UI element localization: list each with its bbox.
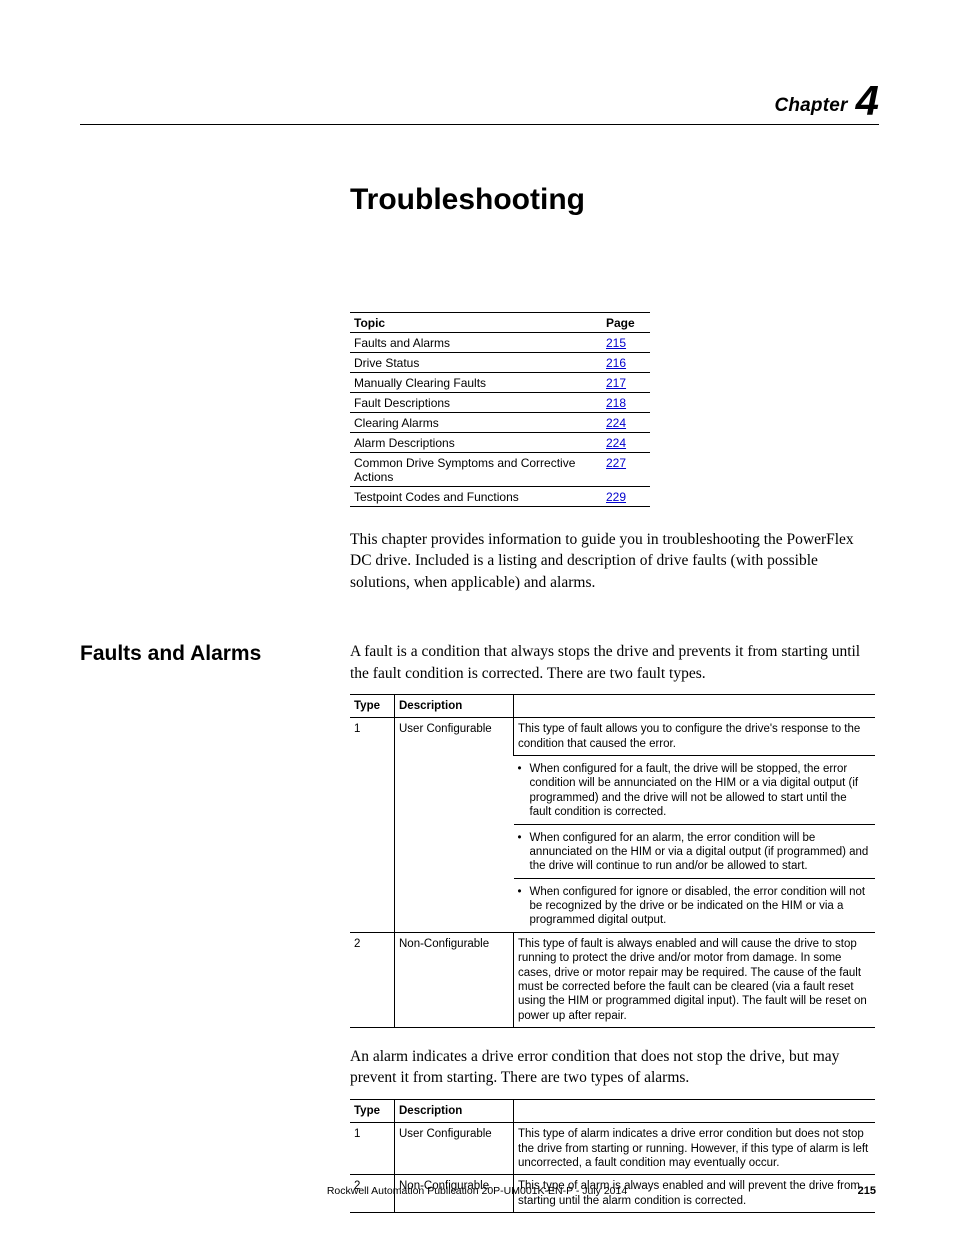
fault-types-table: Type Description 1 User Configurable Thi… xyxy=(350,694,875,1028)
alarm-name-cell: User Configurable xyxy=(395,1123,514,1175)
fault-desc-cell: This type of fault is always enabled and… xyxy=(514,932,876,1027)
topic-cell: Common Drive Symptoms and Corrective Act… xyxy=(350,453,602,487)
topic-cell: Faults and Alarms xyxy=(350,333,602,353)
fault-header-type: Type xyxy=(350,694,395,717)
fault-row: 1 User Configurable This type of fault a… xyxy=(350,718,875,756)
topic-page-link[interactable]: 216 xyxy=(606,356,626,370)
bullet-icon: • xyxy=(518,762,522,820)
fault-bullet-text: When configured for an alarm, the error … xyxy=(530,831,869,874)
topic-row: Testpoint Codes and Functions 229 xyxy=(350,487,650,507)
intro-paragraph: This chapter provides information to gui… xyxy=(350,529,870,593)
topic-page-link[interactable]: 224 xyxy=(606,416,626,430)
bullet-icon: • xyxy=(518,885,522,928)
topic-cell: Testpoint Codes and Functions xyxy=(350,487,602,507)
alarm-desc-cell: This type of alarm indicates a drive err… xyxy=(514,1123,876,1175)
chapter-number: 4 xyxy=(856,77,879,124)
topic-header-topic: Topic xyxy=(350,313,602,333)
topic-header-page: Page xyxy=(602,313,650,333)
fault-header-description: Description xyxy=(395,694,514,717)
fault-bullet-text: When configured for ignore or disabled, … xyxy=(530,885,869,928)
topic-cell: Alarm Descriptions xyxy=(350,433,602,453)
topic-page-link[interactable]: 229 xyxy=(606,490,626,504)
topic-page-link[interactable]: 227 xyxy=(606,456,626,470)
fault-desc-cell: •When configured for an alarm, the error… xyxy=(514,824,876,878)
chapter-label: Chapter xyxy=(774,95,847,116)
fault-type-cell: 2 xyxy=(350,932,395,1027)
footer-page-number: 215 xyxy=(858,1185,876,1197)
topic-cell: Manually Clearing Faults xyxy=(350,373,602,393)
chapter-header: Chapter 4 xyxy=(80,80,879,125)
topic-row: Common Drive Symptoms and Corrective Act… xyxy=(350,453,650,487)
fault-bullet-text: When configured for a fault, the drive w… xyxy=(530,762,869,820)
fault-name-cell: User Configurable xyxy=(395,718,514,933)
topic-cell: Fault Descriptions xyxy=(350,393,602,413)
alarm-header-type: Type xyxy=(350,1099,395,1122)
fault-desc-cell: •When configured for a fault, the drive … xyxy=(514,756,876,825)
fault-type-cell: 1 xyxy=(350,718,395,933)
topic-page-link[interactable]: 224 xyxy=(606,436,626,450)
fault-name-cell: Non-Configurable xyxy=(395,932,514,1027)
fault-desc-cell: •When configured for ignore or disabled,… xyxy=(514,878,876,932)
topic-row: Drive Status 216 xyxy=(350,353,650,373)
fault-desc-cell: This type of fault allows you to configu… xyxy=(514,718,876,756)
topic-row: Manually Clearing Faults 217 xyxy=(350,373,650,393)
alarm-intro-paragraph: An alarm indicates a drive error conditi… xyxy=(350,1046,879,1089)
fault-row: 2 Non-Configurable This type of fault is… xyxy=(350,932,875,1027)
alarm-row: 1 User Configurable This type of alarm i… xyxy=(350,1123,875,1175)
bullet-icon: • xyxy=(518,831,522,874)
topic-row: Faults and Alarms 215 xyxy=(350,333,650,353)
topic-cell: Clearing Alarms xyxy=(350,413,602,433)
alarm-header-description: Description xyxy=(395,1099,514,1122)
footer-publication: Rockwell Automation Publication 20P-UM00… xyxy=(0,1185,954,1197)
topic-page-link[interactable]: 217 xyxy=(606,376,626,390)
topic-cell: Drive Status xyxy=(350,353,602,373)
topic-page-link[interactable]: 218 xyxy=(606,396,626,410)
topic-row: Fault Descriptions 218 xyxy=(350,393,650,413)
topic-row: Clearing Alarms 224 xyxy=(350,413,650,433)
fault-intro-paragraph: A fault is a condition that always stops… xyxy=(350,641,879,684)
alarm-type-cell: 1 xyxy=(350,1123,395,1175)
topic-row: Alarm Descriptions 224 xyxy=(350,433,650,453)
topic-page-link[interactable]: 215 xyxy=(606,336,626,350)
topic-table: Topic Page Faults and Alarms 215 Drive S… xyxy=(350,312,650,507)
page-title: Troubleshooting xyxy=(350,183,879,217)
section-heading-faults-and-alarms: Faults and Alarms xyxy=(80,641,350,666)
